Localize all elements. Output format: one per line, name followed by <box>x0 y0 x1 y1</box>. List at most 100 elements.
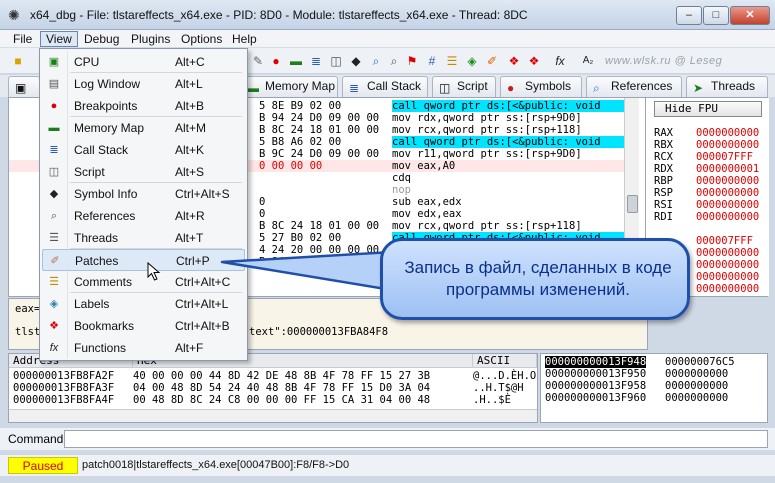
register-row[interactable]: RCX 000007FFF <box>654 151 764 163</box>
register-row[interactable]: RDX 0000000001 <box>654 163 764 175</box>
stack-pane[interactable]: 000000000013F948 000000076C5 000000000013F… <box>540 353 768 423</box>
dump-row[interactable]: 000000013FB8FA2F 40 00 00 00 44 8D 42 DE … <box>9 370 537 382</box>
hash-toolbar-icon[interactable]: # <box>424 53 440 69</box>
register-row[interactable]: RSI 0000000000 <box>654 199 764 211</box>
view-menu-dropdown: ▣ CPU Alt+C ▤ Log Window Alt+L ● Breakpoints Alt… <box>39 48 248 361</box>
dump-scrollbar[interactable] <box>9 409 537 422</box>
bookmarks-toolbar-icon[interactable]: ❖ <box>506 53 522 69</box>
minimize-button[interactable]: – <box>676 6 702 25</box>
dump-pane[interactable]: Address Hex ASCII 000000013FB8FA2F40 00 … <box>8 353 538 423</box>
tab-script[interactable]: ◫ Script <box>432 76 496 97</box>
view-menu-item-log-window[interactable]: ▤ Log Window Alt+L <box>42 73 245 95</box>
register-row[interactable]: RBP 0000000000 <box>654 175 764 187</box>
call-stack-icon: ≣ <box>49 144 59 156</box>
menu-item-label: Labels <box>74 297 110 311</box>
stack-row[interactable]: 000000000013F950 0000000000 <box>545 368 765 380</box>
tab-symbols[interactable]: ● Symbols <box>500 76 582 97</box>
call-stack-tab-icon: ≣ <box>349 81 360 95</box>
stack-row[interactable]: 000000000013F958 0000000000 <box>545 380 765 392</box>
callstack-toolbar-icon[interactable]: ≣ <box>308 53 324 69</box>
tab-call-stack[interactable]: ≣ Call Stack <box>342 76 428 97</box>
open-folder-icon[interactable]: ■ <box>10 53 26 69</box>
register-row[interactable] <box>654 223 764 235</box>
view-menu-item-functions[interactable]: fx Functions Alt+F <box>42 337 245 359</box>
register-value: 0000000000 <box>696 247 760 259</box>
tab-label: Script <box>457 79 488 93</box>
register-name: RBP <box>654 175 673 187</box>
view-menu-item-breakpoints[interactable]: ● Breakpoints Alt+B <box>42 95 245 117</box>
register-row[interactable]: RDI 0000000000 <box>654 211 764 223</box>
view-menu-item-threads[interactable]: ☰ Threads Alt+T <box>42 227 245 249</box>
menu-debug[interactable]: Debug <box>79 31 124 47</box>
disasm-bytes: B 8C 24 18 01 00 00 <box>259 124 380 136</box>
view-menu-item-patches[interactable]: ✐ Patches Ctrl+P <box>42 249 245 271</box>
menu-item-shortcut: Alt+R <box>175 209 205 223</box>
maximize-button[interactable]: □ <box>703 6 729 25</box>
patch-toolbar-icon[interactable]: ✐ <box>484 53 500 69</box>
view-menu-item-memory-map[interactable]: ▬ Memory Map Alt+M <box>42 117 245 139</box>
labels-icon: ◈ <box>49 298 59 310</box>
menu-options[interactable]: Options <box>176 31 227 47</box>
tab-memory-map[interactable]: ▬ Memory Map <box>240 76 338 97</box>
dump-row[interactable]: 000000013FB8FA4F 00 48 8D 8C 24 C8 00 00 … <box>9 394 537 406</box>
comments-toolbar-icon[interactable]: ☰ <box>444 53 460 69</box>
scrollbar-thumb[interactable] <box>627 195 638 213</box>
command-input[interactable] <box>64 430 768 448</box>
breakpoint-toolbar-icon[interactable]: ● <box>268 53 284 69</box>
view-menu-item-script[interactable]: ◫ Script Alt+S <box>42 161 245 183</box>
menu-view[interactable]: View <box>40 31 78 47</box>
font-toolbar-icon[interactable]: A₂ <box>580 53 596 69</box>
view-menu-item-cpu[interactable]: ▣ CPU Alt+C <box>42 51 245 73</box>
menu-help[interactable]: Help <box>227 31 262 47</box>
register-value: 0000000000 <box>696 199 760 211</box>
register-row[interactable]: RBX 0000000000 <box>654 139 764 151</box>
menu-item-shortcut: Ctrl+Alt+L <box>175 297 229 311</box>
functions-icon: fx <box>49 342 59 354</box>
disasm-instruction: mov edx,eax <box>392 208 462 220</box>
hide-fpu-button[interactable]: Hide FPU <box>654 101 762 117</box>
edit-icon[interactable]: ✎ <box>250 53 266 69</box>
view-menu-item-call-stack[interactable]: ≣ Call Stack Alt+K <box>42 139 245 161</box>
labels-toolbar-icon[interactable]: ◈ <box>464 53 480 69</box>
tab-threads[interactable]: ➤ Threads <box>686 76 768 97</box>
callout-text: Запись в файл, сделанных в коде программ… <box>404 258 672 299</box>
disasm-bytes: 5 27 B0 02 00 <box>259 232 342 244</box>
register-row[interactable]: RAX 0000000000 <box>654 127 764 139</box>
view-menu-item-references[interactable]: ⌕ References Alt+R <box>42 205 245 227</box>
threads-toolbar-icon[interactable]: ⚑ <box>404 53 420 69</box>
disasm-bytes: 0 <box>259 196 266 208</box>
view-menu-item-comments[interactable]: ☰ Comments Ctrl+Alt+C <box>42 271 245 293</box>
tab-references[interactable]: ⌕ References <box>586 76 682 97</box>
menu-item-label: Threads <box>74 231 119 245</box>
menu-file[interactable]: File <box>8 31 37 47</box>
search-toolbar-icon[interactable]: ⌕ <box>386 53 402 69</box>
view-menu-item-labels[interactable]: ◈ Labels Ctrl+Alt+L <box>42 293 245 315</box>
memory-toolbar-icon[interactable]: ▬ <box>288 53 304 69</box>
register-row[interactable]: RSP 0000000000 <box>654 187 764 199</box>
view-menu-item-symbol-info[interactable]: ◆ Symbol Info Ctrl+Alt+S <box>42 183 245 205</box>
menu-item-shortcut: Alt+B <box>175 99 205 113</box>
close-button[interactable]: ✕ <box>730 6 770 25</box>
bookmarks2-toolbar-icon[interactable]: ❖ <box>526 53 542 69</box>
dump-address: 000000013FB8FA3F <box>13 382 115 394</box>
stack-row[interactable]: 000000000013F948 000000076C5 <box>545 356 765 368</box>
stack-row[interactable]: 000000000013F960 0000000000 <box>545 392 765 404</box>
register-value: 0000000000 <box>696 211 760 223</box>
menu-plugins[interactable]: Plugins <box>126 31 175 47</box>
comments-icon: ☰ <box>49 276 59 288</box>
references-toolbar-icon[interactable]: ⌕ <box>368 53 384 69</box>
window-title: x64_dbg - File: tlstareffects_x64.exe - … <box>30 8 528 22</box>
view-menu-item-bookmarks[interactable]: ❖ Bookmarks Ctrl+Alt+B <box>42 315 245 337</box>
dump-row[interactable]: 000000013FB8FA3F 04 00 48 8D 54 24 40 48 … <box>9 382 537 394</box>
register-name: RBX <box>654 139 673 151</box>
register-value: 000007FFF <box>696 235 753 247</box>
dump-header-ascii[interactable]: ASCII <box>473 354 537 368</box>
functions-toolbar-icon[interactable]: fx <box>552 53 568 69</box>
menu-separator <box>70 248 242 249</box>
menu-item-label: Patches <box>75 254 119 268</box>
tab-cpu[interactable]: ▣ <box>8 76 40 97</box>
symbol-toolbar-icon[interactable]: ◆ <box>348 53 364 69</box>
menu-item-label: Symbol Info <box>74 187 138 201</box>
watermark: www.wlsk.ru @ Leseg <box>605 55 723 67</box>
script-toolbar-icon[interactable]: ◫ <box>328 53 344 69</box>
